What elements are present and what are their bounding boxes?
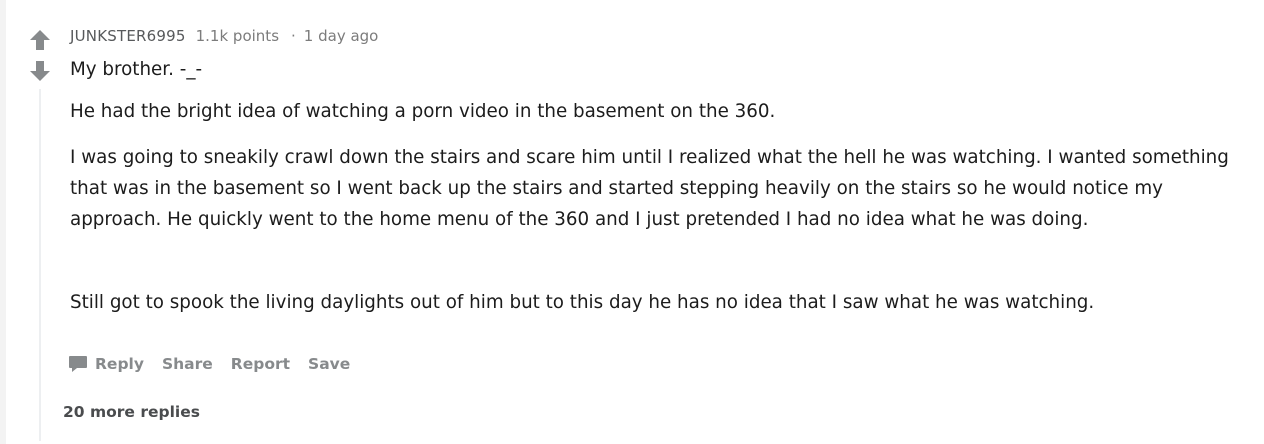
save-button[interactable]: Save	[308, 355, 350, 373]
comment-actions: Reply Share Report Save	[68, 352, 368, 376]
meta-separator: ·	[291, 27, 296, 45]
arrow-down-icon	[30, 61, 50, 81]
vote-column	[27, 27, 53, 84]
comment-meta: JUNKSTER6995 1.1k points · 1 day ago	[70, 24, 1255, 48]
comment: JUNKSTER6995 1.1k points · 1 day ago My …	[70, 24, 1255, 318]
timestamp-link[interactable]: 1 day ago	[304, 27, 379, 45]
thread-line[interactable]	[39, 89, 41, 441]
upvote-button[interactable]	[27, 27, 53, 53]
comment-body: My brother. -_- He had the bright idea o…	[70, 54, 1255, 318]
reply-label: Reply	[95, 355, 144, 373]
points-count: 1.1k points	[195, 27, 280, 45]
speech-bubble-icon	[68, 355, 88, 374]
page-edge	[0, 0, 6, 444]
comment-paragraph: My brother. -_-	[70, 59, 203, 80]
author-link[interactable]: JUNKSTER6995	[70, 27, 186, 45]
comment-paragraph: Still got to spook the living daylights …	[70, 292, 1095, 313]
share-button[interactable]: Share	[162, 355, 213, 373]
arrow-up-icon	[30, 30, 50, 50]
downvote-button[interactable]	[27, 58, 53, 84]
report-button[interactable]: Report	[231, 355, 290, 373]
comment-paragraph: I was going to sneakily crawl down the s…	[70, 147, 1229, 230]
comment-paragraph: He had the bright idea of watching a por…	[70, 101, 776, 122]
reply-button[interactable]: Reply	[68, 355, 144, 374]
more-replies-link[interactable]: 20 more replies	[63, 403, 200, 421]
